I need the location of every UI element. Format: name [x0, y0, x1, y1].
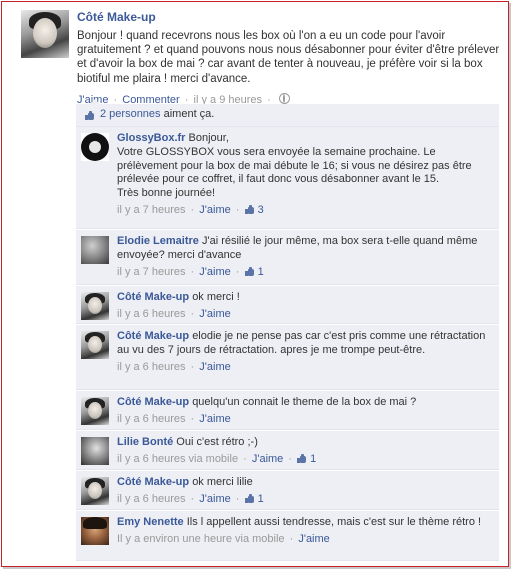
comment-like-link[interactable]: J'aime [199, 266, 230, 278]
comment-item: Côté Make-up ok merci lilie il y a 6 heu… [76, 471, 499, 510]
comment-like-link[interactable]: J'aime [252, 453, 283, 465]
comment-like-link[interactable]: J'aime [298, 533, 329, 545]
comment-author[interactable]: Elodie Lemaitre [117, 235, 199, 247]
likes-suffix: aiment ça. [163, 108, 215, 120]
comment-meta: il y a 6 heures · J'aime [117, 360, 231, 373]
commenter-avatar[interactable] [81, 517, 109, 545]
comment-like-link[interactable]: J'aime [199, 204, 230, 216]
comment-text: ok merci ! [192, 291, 240, 303]
post-body: Côté Make-up Bonjour ! quand recevrons n… [77, 10, 501, 106]
comment-item: Lilie Bonté Oui c'est rétro ;-) il y a 6… [76, 431, 499, 470]
comment-meta: il y a 6 heures · J'aime [117, 307, 231, 320]
comment-timestamp[interactable]: il y a 7 heures [117, 266, 185, 278]
comment-author[interactable]: Emy Nenette [117, 516, 184, 528]
comment-item: Elodie Lemaitre J'ai résilié le jour mêm… [76, 230, 499, 285]
commenter-avatar[interactable] [81, 477, 109, 505]
globe-icon[interactable] [278, 92, 290, 104]
commenter-avatar[interactable] [81, 292, 109, 320]
comment-meta: il y a 6 heures via mobile · J'aime · 1 [117, 452, 317, 465]
comment-like-link[interactable]: J'aime [199, 413, 230, 425]
comment-author[interactable]: Côté Make-up [117, 330, 189, 342]
thumbs-up-icon [297, 453, 307, 463]
commenter-avatar[interactable] [81, 397, 109, 425]
comment-timestamp[interactable]: Il y a environ une heure via mobile [117, 533, 285, 545]
comment-timestamp[interactable]: il y a 6 heures [117, 361, 185, 373]
thumbs-up-icon [244, 266, 255, 276]
comment-text: Oui c'est rétro ;-) [176, 436, 258, 448]
commenter-avatar[interactable] [81, 331, 109, 359]
comment-timestamp[interactable]: il y a 6 heures via mobile [117, 453, 238, 465]
comments-section: 2 personnes aiment ça. GlossyBox.fr Bonj… [76, 99, 499, 561]
comment-like-count[interactable]: 3 [258, 204, 264, 216]
comment-like-link[interactable]: J'aime [199, 493, 230, 505]
comment-author[interactable]: Côté Make-up [117, 476, 189, 488]
comment-like-link[interactable]: J'aime [199, 308, 230, 320]
comment-text: Ils l appellent aussi tendresse, mais c'… [186, 516, 482, 528]
comment-meta: il y a 6 heures · J'aime [117, 412, 231, 425]
comment-timestamp[interactable]: il y a 6 heures [117, 413, 185, 425]
comment-like-count[interactable]: 1 [310, 453, 316, 465]
comment-timestamp[interactable]: il y a 6 heures [117, 493, 185, 505]
comment-timestamp[interactable]: il y a 6 heures [117, 308, 185, 320]
post-text: Bonjour ! quand recevrons nous les box o… [77, 30, 500, 85]
post-author-avatar[interactable] [21, 10, 69, 58]
post-author-name[interactable]: Côté Make-up [77, 10, 501, 24]
comment-like-link[interactable]: J'aime [199, 361, 230, 373]
comment-meta: il y a 6 heures · J'aime · 1 [117, 492, 264, 505]
thumbs-up-icon [244, 204, 255, 214]
comment-meta: Il y a environ une heure via mobile · J'… [117, 532, 330, 545]
comment-meta: il y a 7 heures · J'aime · 1 [117, 265, 264, 278]
comment-item: GlossyBox.fr Bonjour, Votre GLOSSYBOX vo… [76, 127, 499, 229]
comment-item: Côté Make-up elodie je ne pense pas car … [76, 325, 499, 390]
comment-meta: il y a 7 heures · J'aime · 3 [117, 203, 264, 216]
commenter-avatar[interactable] [81, 236, 109, 264]
comment-item: Côté Make-up quelqu'un connait le theme … [76, 391, 499, 430]
comment-item: Côté Make-up ok merci ! il y a 6 heures … [76, 286, 499, 324]
thumbs-up-icon [85, 111, 95, 120]
likes-summary: 2 personnes aiment ça. [76, 99, 499, 127]
likers-link[interactable]: 2 personnes [100, 108, 161, 120]
comment-author[interactable]: GlossyBox.fr [117, 132, 185, 144]
thumbs-up-icon [244, 493, 255, 503]
comment-like-count[interactable]: 1 [258, 266, 264, 278]
comment-text: quelqu'un connait le theme de la box de … [192, 396, 417, 408]
comment-author[interactable]: Lilie Bonté [117, 436, 173, 448]
comment-item: Emy Nenette Ils l appellent aussi tendre… [76, 511, 499, 561]
commenter-avatar[interactable] [81, 133, 109, 161]
comment-timestamp[interactable]: il y a 7 heures [117, 204, 185, 216]
comment-author[interactable]: Côté Make-up [117, 396, 189, 408]
commenter-avatar[interactable] [81, 437, 109, 465]
comment-author[interactable]: Côté Make-up [117, 291, 189, 303]
comment-like-count[interactable]: 1 [258, 493, 264, 505]
comment-text: ok merci lilie [192, 476, 253, 488]
